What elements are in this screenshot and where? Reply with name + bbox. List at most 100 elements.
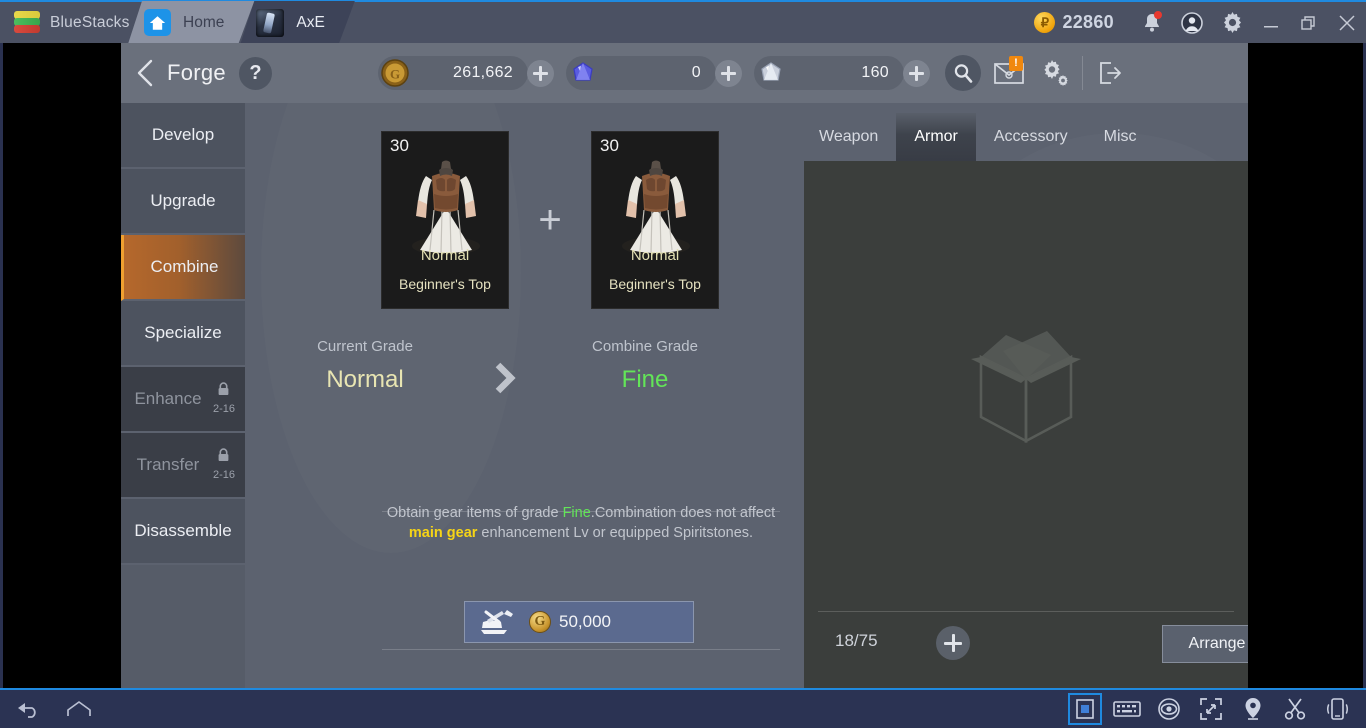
plus-separator-icon: +	[538, 198, 562, 242]
tab-accessory[interactable]: Accessory	[976, 113, 1086, 161]
add-crystal-button[interactable]	[902, 59, 930, 87]
lock-level: 2-16	[212, 469, 235, 481]
shake-device-icon[interactable]	[1322, 695, 1352, 723]
blue-gem-icon	[568, 58, 598, 88]
app-name: BlueStacks	[50, 13, 130, 31]
sidebar-toggle-icon[interactable]	[1068, 693, 1102, 725]
add-inventory-slots-button[interactable]	[936, 626, 970, 660]
page-title: Forge	[167, 60, 226, 85]
add-gold-button[interactable]	[526, 59, 554, 87]
inventory-grid[interactable]: 18/75 Arrange	[804, 161, 1248, 688]
desc-part2: .Combination does not affect	[590, 505, 776, 521]
item-level: 30	[600, 136, 619, 155]
sidebar-item-combine[interactable]: Combine	[121, 235, 245, 301]
tab-axe[interactable]: AxE	[240, 1, 354, 44]
current-grade-block: Current Grade Normal	[265, 338, 465, 394]
inventory-tabbar: Weapon Armor Accessory Misc	[801, 103, 1248, 161]
grade-comparison: Current Grade Normal Combine Grade Fine	[265, 338, 781, 394]
combine-grade-value: Fine	[621, 366, 669, 393]
bluestacks-brand: BlueStacks	[0, 1, 142, 44]
tab-label: Weapon	[819, 128, 879, 145]
exit-button[interactable]	[1087, 43, 1133, 103]
close-icon[interactable]	[1328, 1, 1366, 44]
sidebar-item-disassemble[interactable]: Disassemble	[121, 499, 245, 565]
mail-button[interactable]: !	[986, 43, 1032, 103]
item-grade: Normal	[420, 247, 470, 264]
scissors-icon[interactable]	[1280, 695, 1310, 723]
eye-icon[interactable]	[1154, 695, 1184, 723]
home-icon[interactable]	[64, 695, 94, 723]
sidebar-item-specialize[interactable]: Specialize	[121, 301, 245, 367]
minimize-icon[interactable]	[1252, 1, 1290, 44]
lock-icon	[217, 382, 230, 402]
tab-weapon[interactable]: Weapon	[801, 113, 896, 161]
forge-header: Forge ? G 261,662 0 160 !	[121, 43, 1248, 103]
bluestacks-titlebar: BlueStacks Home AxE ₽ 22860	[0, 0, 1366, 43]
home-icon	[144, 9, 171, 36]
settings-button[interactable]	[1032, 43, 1078, 103]
desc-part1: Obtain gear items of grade	[386, 505, 563, 521]
svg-text:G: G	[390, 67, 400, 82]
add-gem-button[interactable]	[714, 59, 742, 87]
sidebar-item-enhance[interactable]: Enhance 2-16	[121, 367, 245, 433]
tab-label: Accessory	[993, 128, 1068, 145]
empty-box-icon	[971, 331, 1081, 444]
search-button[interactable]	[940, 43, 986, 103]
points-display[interactable]: ₽ 22860	[1034, 12, 1114, 33]
combine-panel: 30 Normal Beginner's Top + 30 Normal Beg…	[245, 103, 801, 688]
mail-badge: !	[1008, 56, 1023, 71]
keyboard-icon[interactable]	[1112, 695, 1142, 723]
sidebar-item-develop[interactable]: Develop	[121, 103, 245, 169]
sidebar-item-label: Develop	[151, 125, 215, 144]
desc-part3: enhancement Lv or equipped Spiritstones.	[477, 525, 754, 541]
gear-icon[interactable]	[1212, 1, 1252, 44]
item-name: Beginner's Top	[399, 276, 491, 292]
gem-value: 0	[691, 64, 701, 81]
gold-coin-icon: G	[529, 611, 551, 633]
arrange-button[interactable]: Arrange	[1162, 625, 1248, 663]
sidebar-item-upgrade[interactable]: Upgrade	[121, 169, 245, 235]
desc-gear-highlight: main gear	[408, 525, 478, 541]
combine-grade-label: Combine Grade	[592, 338, 698, 355]
inventory-panel: Weapon Armor Accessory Misc 18/75 Arrang…	[801, 103, 1248, 688]
arrange-label: Arrange	[1188, 635, 1246, 652]
lock-icon	[217, 448, 230, 468]
combine-items-row: 30 Normal Beginner's Top + 30 Normal Beg…	[381, 131, 719, 309]
tab-armor[interactable]: Armor	[896, 113, 976, 161]
chevron-right-icon	[465, 338, 545, 394]
inventory-count: 18/75	[835, 631, 878, 650]
tab-misc[interactable]: Misc	[1086, 113, 1155, 161]
currency-gold[interactable]: G 261,662	[377, 55, 554, 91]
search-icon	[944, 55, 981, 91]
item-name: Beginner's Top	[609, 276, 701, 292]
crystal-value: 160	[861, 64, 889, 81]
sidebar-item-transfer[interactable]: Transfer 2-16	[121, 433, 245, 499]
forge-sidebar: Develop Upgrade Combine Specialize Enhan…	[121, 103, 245, 688]
tab-home[interactable]: Home	[128, 1, 254, 44]
combine-button[interactable]: G 50,000	[464, 601, 694, 643]
help-button[interactable]: ?	[238, 56, 272, 90]
gold-value: 261,662	[453, 64, 513, 81]
sidebar-item-label: Enhance	[134, 389, 202, 408]
sidebar-item-label: Transfer	[136, 455, 200, 474]
back-icon[interactable]	[14, 695, 44, 723]
current-grade-label: Current Grade	[317, 338, 413, 355]
user-account-icon[interactable]	[1172, 1, 1212, 44]
armor-top-icon	[622, 160, 690, 255]
header-divider	[1081, 56, 1083, 90]
combine-slot-b[interactable]: 30 Normal Beginner's Top	[591, 131, 719, 309]
white-crystal-icon	[756, 58, 786, 88]
tab-axe-label: AxE	[296, 13, 325, 31]
combine-slot-a[interactable]: 30 Normal Beginner's Top	[381, 131, 509, 309]
divider-bottom	[382, 649, 780, 650]
bell-icon[interactable]	[1132, 1, 1172, 44]
back-chevron-icon[interactable]	[121, 43, 167, 103]
combine-description: Obtain gear items of grade Fine.Combinat…	[385, 503, 777, 543]
lock-level: 2-16	[212, 403, 235, 415]
sidebar-item-label: Disassemble	[134, 521, 232, 540]
fullscreen-icon[interactable]	[1196, 695, 1226, 723]
currency-crystal[interactable]: 160	[753, 55, 930, 91]
currency-gem[interactable]: 0	[565, 55, 742, 91]
restore-icon[interactable]	[1290, 1, 1328, 44]
location-pin-icon[interactable]	[1238, 695, 1268, 723]
